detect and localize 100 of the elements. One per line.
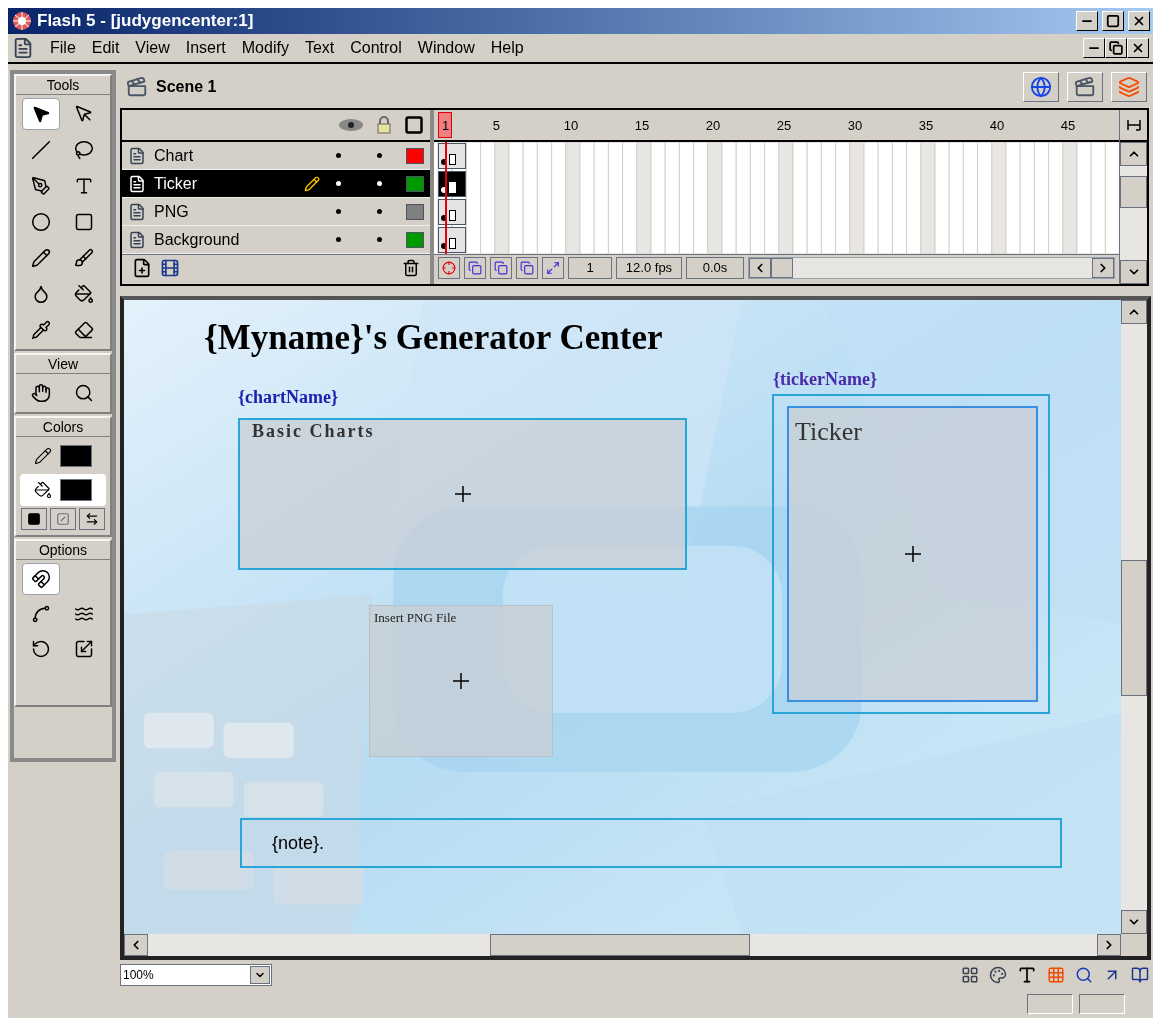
symbol-menu-button[interactable] [1111,72,1147,102]
menu-item[interactable]: Help [482,36,532,60]
playhead[interactable] [438,112,452,138]
keyframe[interactable] [438,171,466,197]
png-title: Insert PNG File [374,609,457,627]
layer-row[interactable]: Background [122,226,430,254]
horizontal-scrollbar[interactable] [124,934,1121,956]
close-button[interactable] [1127,38,1149,58]
clapperboard-icon [126,76,148,98]
frame-rate: 12.0 fps [616,256,682,279]
menu-item[interactable]: File [42,36,84,60]
layer-icon [128,146,146,165]
minimize-button[interactable] [1076,11,1098,31]
swap-colors-button[interactable] [79,508,105,530]
ticker-title: Ticker [795,416,862,448]
layer-row[interactable]: PNG [122,198,430,226]
keyframe[interactable] [438,199,466,225]
pencil-tool-icon [31,248,51,268]
frame-number: 40 [989,117,1005,135]
scroll-thumb[interactable] [1120,176,1147,208]
paint-bucket-icon [34,481,52,499]
layer-name: Background [154,229,241,250]
padlock-icon [376,116,392,134]
close-icon [1131,41,1145,55]
maximize-icon [1106,14,1120,28]
minimize-button[interactable] [1083,38,1105,58]
onion-skin-button[interactable] [464,256,486,279]
character-panel-icon [1017,965,1037,985]
keyframe[interactable] [438,143,466,169]
horizontal-scrollbar[interactable] [748,256,1115,279]
keyframe[interactable] [438,227,466,253]
edit-scene-button[interactable] [1023,72,1059,102]
current-frame: 1 [568,256,612,279]
panel-header: View [16,355,110,374]
no-color-button[interactable] [50,508,76,530]
onion-skin-icon [494,260,508,275]
menu-item[interactable]: Text [296,36,343,60]
status-field [1027,994,1073,1014]
swap-icon [85,512,99,526]
onion-skin-button[interactable] [516,256,538,279]
zoom-dropdown[interactable]: 100% [120,964,272,986]
menu-item[interactable]: Insert [177,36,234,60]
menu-item[interactable]: Window [409,36,483,60]
scene-menu-button[interactable] [1067,72,1103,102]
maximize-button[interactable] [1102,11,1124,31]
frame-number: 25 [776,117,792,135]
arrow-tool-icon [31,104,51,124]
frame-number: 30 [847,117,863,135]
smooth-icon [31,604,51,624]
color-swatch[interactable] [60,479,92,501]
eye-icon [338,118,364,132]
layer-name: Chart [154,145,195,166]
globe-icon [1030,76,1052,98]
note-text: {note}. [272,831,325,855]
restore-icon [1109,41,1123,55]
menu-item[interactable]: Edit [83,36,128,60]
dropper-icon [31,320,51,340]
frame-number: 35 [918,117,934,135]
layer-row[interactable]: Ticker [122,170,430,198]
rectangle-tool-icon [74,212,94,232]
onion-skin-icon [520,260,534,275]
onion-markers-button[interactable] [542,256,564,279]
lasso-tool-icon [74,140,94,160]
align-panel-icon [961,966,979,984]
registration-cross-icon [452,672,470,690]
trash-icon [402,258,420,277]
eraser-icon [74,320,94,340]
vertical-scrollbar[interactable] [1121,300,1147,934]
scale-icon [73,639,94,659]
layer-icon [128,174,146,193]
no-color-icon [56,512,70,526]
color-swatch[interactable] [60,445,92,467]
oval-tool-icon [31,212,51,232]
scroll-thumb[interactable] [1121,560,1147,696]
onion-skin-button[interactable] [490,256,512,279]
app-logo-icon [11,11,33,31]
pencil-icon [304,175,320,192]
color-control[interactable] [20,474,106,506]
tool-button[interactable] [22,563,60,595]
tool-button[interactable] [22,98,60,130]
menu-item[interactable]: Control [342,36,410,60]
subselect-tool-icon [74,104,94,124]
frame-number: 15 [634,117,650,135]
scroll-thumb[interactable] [771,257,793,278]
vertical-scrollbar[interactable] [1120,142,1147,284]
magnet-icon [31,569,51,589]
document-icon [12,37,34,59]
outline-icon [404,115,424,135]
paint-bucket-icon [74,284,94,304]
close-button[interactable] [1128,11,1150,31]
default-colors-button[interactable] [21,508,47,530]
panel-header: Options [16,541,110,560]
pen-tool-icon [31,176,51,196]
menu-item[interactable]: Modify [233,36,297,60]
chart-title: Basic Charts [252,420,375,443]
restore-button[interactable] [1105,38,1127,58]
menu-item[interactable]: View [127,36,178,60]
scroll-thumb[interactable] [490,934,750,956]
panel-header: Colors [16,418,110,437]
elapsed-time: 0.0s [686,256,744,279]
